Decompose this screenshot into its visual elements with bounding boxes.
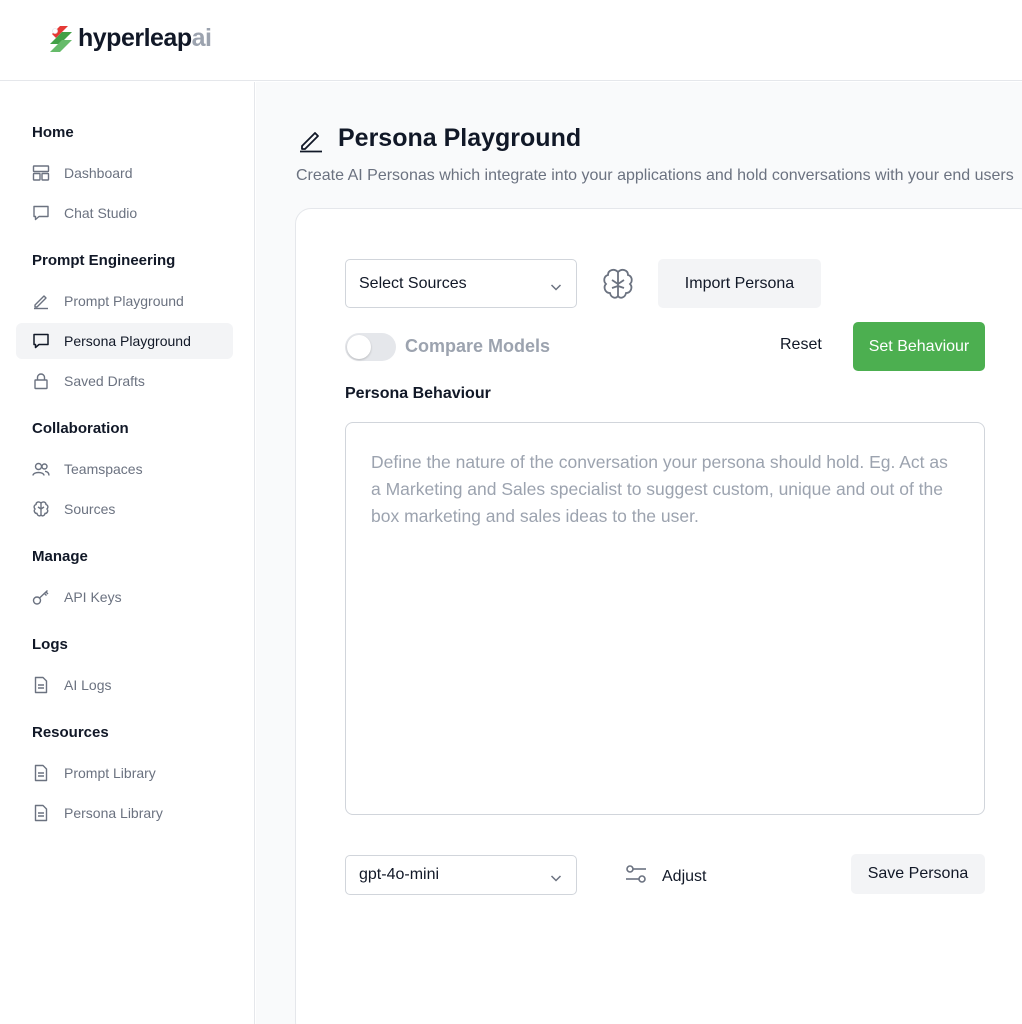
sidebar-section-prompt-engineering: Prompt Engineering xyxy=(32,252,176,269)
adjust-button[interactable]: Adjust xyxy=(624,862,706,891)
logo-mark-icon xyxy=(46,22,76,54)
lock-icon xyxy=(32,372,50,390)
document-icon xyxy=(32,804,50,822)
sidebar-item-label: API Keys xyxy=(64,589,122,605)
model-select-value: gpt-4o-mini xyxy=(359,866,440,883)
page-subtitle: Create AI Personas which integrate into … xyxy=(296,167,1014,184)
sidebar-item-label: Prompt Library xyxy=(64,765,156,781)
sidebar-item-dashboard[interactable]: Dashboard xyxy=(16,155,233,191)
sidebar-item-prompt-playground[interactable]: Prompt Playground xyxy=(16,283,233,319)
set-behaviour-button[interactable]: Set Behaviour xyxy=(853,322,985,371)
sidebar-section-collaboration: Collaboration xyxy=(32,420,129,437)
document-icon xyxy=(32,764,50,782)
sources-select[interactable]: Select Sources xyxy=(345,259,577,308)
sidebar-item-ai-logs[interactable]: AI Logs xyxy=(16,667,233,703)
chevron-down-icon xyxy=(550,870,562,882)
sidebar-section-logs: Logs xyxy=(32,636,68,653)
top-bar: hyperleapai xyxy=(0,0,1022,81)
reset-button[interactable]: Reset xyxy=(780,336,822,354)
chevron-down-icon xyxy=(550,279,562,291)
persona-behaviour-textarea[interactable]: Define the nature of the conversation yo… xyxy=(345,422,985,815)
import-persona-button[interactable]: Import Persona xyxy=(658,259,821,308)
adjust-label: Adjust xyxy=(662,867,707,885)
document-icon xyxy=(32,676,50,694)
sidebar-item-persona-library[interactable]: Persona Library xyxy=(16,795,233,831)
model-select[interactable]: gpt-4o-mini xyxy=(345,855,577,895)
sidebar-item-sources[interactable]: Sources xyxy=(16,491,233,527)
pencil-icon xyxy=(32,292,50,310)
brand-logo[interactable]: hyperleapai xyxy=(46,22,212,54)
brain-icon xyxy=(32,500,50,518)
sidebar-item-teamspaces[interactable]: Teamspaces xyxy=(16,451,233,487)
sidebar-item-label: Chat Studio xyxy=(64,205,138,221)
sidebar-section-home: Home xyxy=(32,124,74,141)
sidebar-item-label: Teamspaces xyxy=(64,461,143,477)
compare-models-toggle[interactable] xyxy=(345,333,396,361)
key-icon xyxy=(32,588,50,606)
sidebar-item-persona-playground[interactable]: Persona Playground xyxy=(16,323,233,359)
save-persona-button[interactable]: Save Persona xyxy=(851,854,985,894)
sidebar-item-label: Saved Drafts xyxy=(64,373,145,389)
sidebar-item-label: Persona Library xyxy=(64,805,163,821)
brain-icon[interactable] xyxy=(600,267,636,301)
compare-models-label: Compare Models xyxy=(405,336,551,356)
page-title: Persona Playground xyxy=(338,124,582,152)
sources-select-value: Select Sources xyxy=(359,274,467,292)
sidebar-item-label: Persona Playground xyxy=(64,333,191,349)
sidebar-item-prompt-library[interactable]: Prompt Library xyxy=(16,755,233,791)
toggle-knob xyxy=(347,335,371,359)
pencil-icon xyxy=(298,127,324,153)
users-icon xyxy=(32,460,50,478)
sliders-icon xyxy=(624,862,648,891)
sidebar-item-label: AI Logs xyxy=(64,677,112,693)
persona-behaviour-label: Persona Behaviour xyxy=(345,385,491,402)
sidebar-item-chat-studio[interactable]: Chat Studio xyxy=(16,195,233,231)
sidebar-section-resources: Resources xyxy=(32,724,109,741)
sidebar-item-api-keys[interactable]: API Keys xyxy=(16,579,233,615)
sidebar-section-manage: Manage xyxy=(32,548,88,565)
sidebar-item-saved-drafts[interactable]: Saved Drafts xyxy=(16,363,233,399)
chat-icon xyxy=(32,204,50,222)
sidebar-item-label: Sources xyxy=(64,501,116,517)
brand-name: hyperleapai xyxy=(78,23,212,52)
sidebar-item-label: Prompt Playground xyxy=(64,293,184,309)
dashboard-icon xyxy=(32,164,50,182)
sidebar-item-label: Dashboard xyxy=(64,165,133,181)
chat-icon xyxy=(32,332,50,350)
